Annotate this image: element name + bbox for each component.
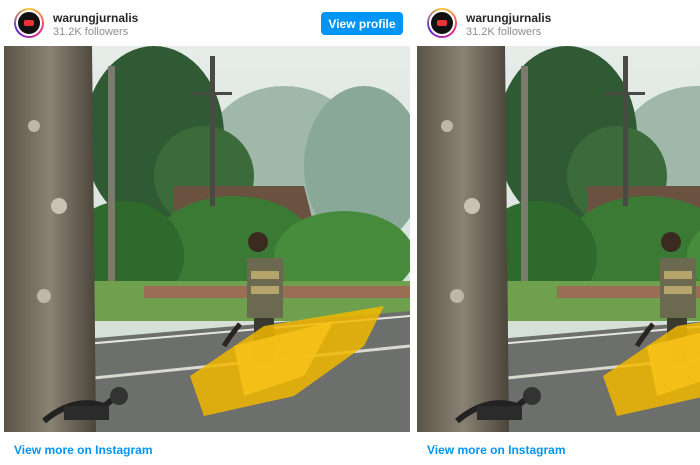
avatar[interactable] <box>427 8 457 38</box>
embed-header: warungjurnalis 31.2K followers <box>413 0 700 46</box>
instagram-embed-right: warungjurnalis 31.2K followers View more… <box>413 0 700 465</box>
instagram-embed-left: warungjurnalis 31.2K followers View prof… <box>0 0 413 465</box>
username[interactable]: warungjurnalis <box>466 11 551 25</box>
avatar-logo-icon <box>429 10 455 36</box>
avatar-logo-icon <box>16 10 42 36</box>
follower-count: 31.2K followers <box>466 26 542 38</box>
embed-header: warungjurnalis 31.2K followers View prof… <box>0 0 413 46</box>
post-media[interactable] <box>417 46 700 432</box>
view-profile-button[interactable]: View profile <box>321 12 403 35</box>
follower-count: 31.2K followers <box>53 26 129 38</box>
video-frame-image <box>4 46 410 432</box>
avatar[interactable] <box>14 8 44 38</box>
view-more-link[interactable]: View more on Instagram <box>427 443 566 457</box>
post-media[interactable] <box>4 46 410 432</box>
view-more-link[interactable]: View more on Instagram <box>14 443 153 457</box>
username[interactable]: warungjurnalis <box>53 11 138 25</box>
video-frame-image <box>417 46 700 432</box>
